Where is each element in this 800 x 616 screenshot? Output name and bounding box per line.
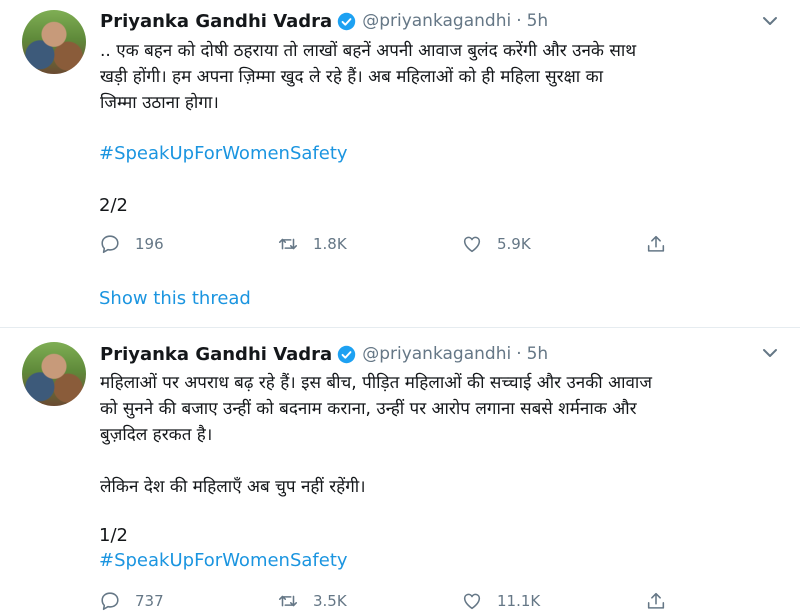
- tweet-text-line: लेकिन देश की महिलाएँ अब चुप नहीं रहेंगी।: [100, 477, 366, 497]
- thread-counter: 1/2: [99, 525, 128, 546]
- share-button[interactable]: [645, 588, 667, 614]
- share-button[interactable]: [645, 231, 667, 257]
- like-icon: [463, 236, 481, 253]
- like-count: 5.9K: [497, 235, 531, 253]
- share-icon: [647, 592, 665, 609]
- like-count: 11.1K: [497, 592, 541, 610]
- like-button[interactable]: 5.9K: [461, 231, 531, 257]
- like-icon: [463, 593, 481, 610]
- reply-count: 737: [135, 592, 164, 610]
- tweet-actions: 196 1.8K 5.9K: [99, 231, 699, 257]
- tweet-text-line: महिलाओं पर अपराध बढ़ रहे हैं। इस बीच, पी…: [100, 373, 652, 393]
- reply-icon: [101, 235, 119, 254]
- author-handle[interactable]: @priyankagandhi: [362, 344, 511, 364]
- reply-button[interactable]: 737: [99, 588, 164, 614]
- timestamp[interactable]: 5h: [527, 11, 549, 31]
- tweet-text-line: खड़ी होंगी। हम अपना ज़िम्मा खुद ले रहे ह…: [100, 67, 604, 87]
- author-name[interactable]: Priyanka Gandhi Vadra: [100, 344, 332, 365]
- hashtag-link[interactable]: #SpeakUpForWomenSafety: [99, 550, 348, 571]
- tweet-text-line: को सुनने की बजाए उन्हीं को बदनाम कराना, …: [100, 399, 637, 419]
- reply-icon: [101, 592, 119, 611]
- share-icon: [647, 235, 665, 252]
- tweet-text-line: जिम्मा उठाना होगा।: [100, 93, 219, 113]
- reply-count: 196: [135, 235, 164, 253]
- chevron-down-icon[interactable]: [762, 345, 778, 361]
- tweet-text-line: .. एक बहन को दोषी ठहराया तो लाखों बहनें …: [100, 41, 637, 61]
- separator: ·: [516, 11, 522, 31]
- retweet-count: 1.8K: [313, 235, 347, 253]
- verified-badge-icon: [337, 12, 356, 30]
- avatar[interactable]: [22, 342, 86, 406]
- reply-button[interactable]: 196: [99, 231, 164, 257]
- retweet-icon: [278, 238, 298, 250]
- retweet-button[interactable]: 3.5K: [277, 588, 347, 614]
- tweet-header: Priyanka Gandhi Vadra @priyankagandhi · …: [100, 9, 548, 33]
- hashtag-link[interactable]: #SpeakUpForWomenSafety: [99, 143, 348, 164]
- timestamp[interactable]: 5h: [527, 344, 549, 364]
- tweet-text: .. एक बहन को दोषी ठहराया तो लाखों बहनें …: [100, 38, 790, 116]
- thread-counter: 2/2: [99, 195, 128, 216]
- retweet-button[interactable]: 1.8K: [277, 231, 347, 257]
- tweet-header: Priyanka Gandhi Vadra @priyankagandhi · …: [100, 342, 548, 366]
- like-button[interactable]: 11.1K: [461, 588, 540, 614]
- author-name[interactable]: Priyanka Gandhi Vadra: [100, 11, 332, 32]
- separator: ·: [516, 344, 522, 364]
- chevron-down-icon[interactable]: [762, 13, 778, 29]
- verified-badge-icon: [337, 345, 356, 363]
- tweet-actions: 737 3.5K 11.1K: [99, 588, 699, 614]
- show-thread-link[interactable]: Show this thread: [99, 288, 251, 309]
- avatar[interactable]: [22, 10, 86, 74]
- tweet-text-line: बुज़दिल हरकत है।: [100, 425, 213, 445]
- author-handle[interactable]: @priyankagandhi: [362, 11, 511, 31]
- retweet-count: 3.5K: [313, 592, 347, 610]
- retweet-icon: [278, 595, 298, 607]
- tweet-text: महिलाओं पर अपराध बढ़ रहे हैं। इस बीच, पी…: [100, 370, 790, 500]
